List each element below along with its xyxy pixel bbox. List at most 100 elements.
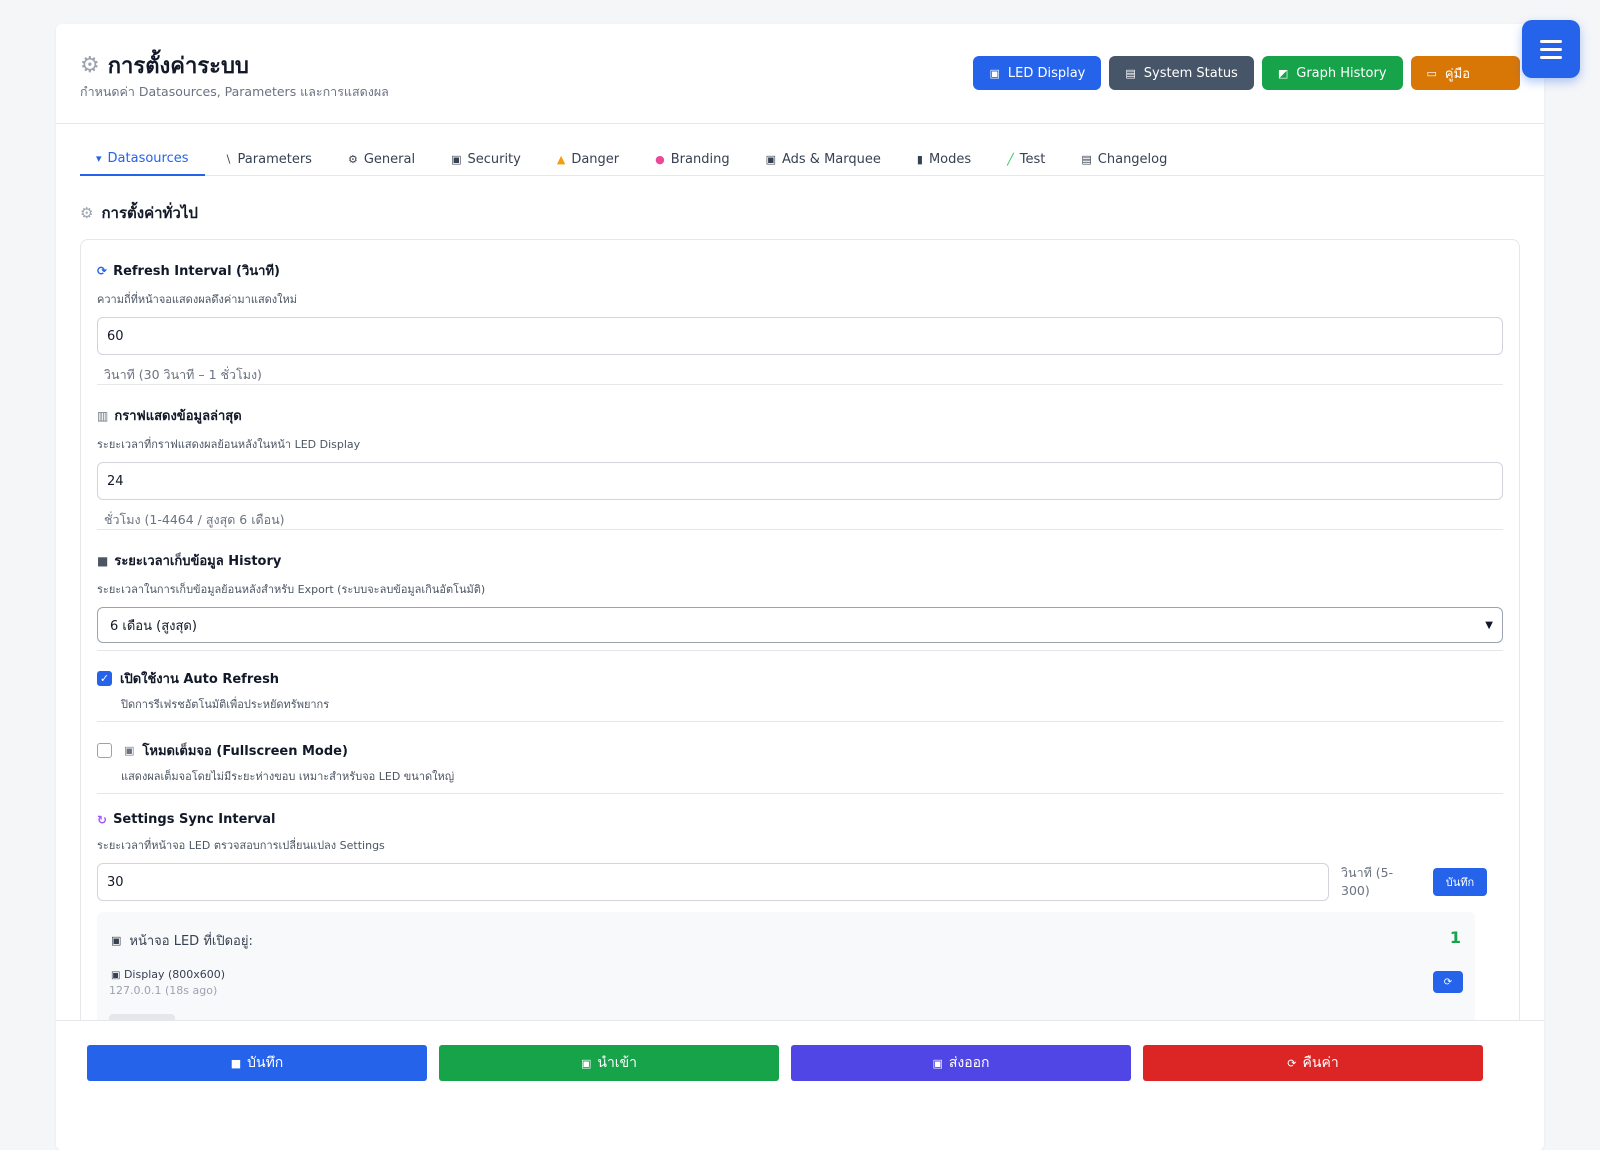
tab-label: Test	[1019, 151, 1046, 167]
graph-hint: ชั่วโมง (1-4464 / สูงสุด 6 เดือน)	[104, 512, 285, 527]
tab-ads-marquee[interactable]: ▣ Ads & Marquee	[750, 142, 897, 176]
refresh-interval-input[interactable]: 60	[97, 317, 1503, 355]
tab-changelog[interactable]: ▤ Changelog	[1065, 142, 1183, 176]
tab-danger[interactable]: ▲ Danger	[541, 142, 635, 176]
tab-security[interactable]: ▣ Security	[435, 142, 537, 176]
footer-buttons: ■ บันทึก ▣ นำเข้า ▣ ส่งออก ⟳ คืนค่า	[87, 1045, 1483, 1081]
sync-save-button[interactable]: บันทึก	[1433, 868, 1487, 896]
refresh-icon: ⟳	[1443, 976, 1453, 988]
floppy-icon: ■	[230, 1056, 242, 1070]
chart-icon: ◩	[1277, 66, 1289, 80]
manual-button[interactable]: ▭ คู่มือ	[1410, 56, 1520, 90]
system-status-button[interactable]: ▤ System Status	[1109, 56, 1254, 90]
label-text: Settings Sync Interval	[113, 812, 276, 827]
refresh-icon: ⟳	[97, 263, 108, 278]
label-text: ระยะเวลาเก็บข้อมูล History	[114, 554, 282, 569]
clipboard-icon: ▤	[1081, 152, 1092, 166]
gear-icon: ⚙	[80, 204, 94, 222]
tab-label: Security	[467, 151, 521, 167]
tab-branding[interactable]: ● Branding	[639, 142, 745, 176]
fullscreen-desc: แสดงผลเต็มจอโดยไม่มีระยะห่างขอบ เหมาะสำห…	[121, 770, 455, 783]
auto-refresh-desc: ปิดการรีเฟรชอัตโนมัติเพื่อประหยัดทรัพยาก…	[121, 698, 330, 711]
save-button[interactable]: ■ บันทึก	[87, 1045, 427, 1081]
header-buttons: ▣ LED Display ▤ System Status ◩ Graph Histo…	[973, 56, 1520, 90]
led-open-count: 1	[1449, 928, 1461, 947]
led-open-header: ▣ หน้าจอ LED ที่เปิดอยู่:	[111, 930, 253, 951]
title-row: ⚙ การตั้งค่าระบบ	[80, 48, 249, 83]
button-label: Graph History	[1296, 65, 1387, 81]
fullscreen-label: โหมดเต็มจอ (Fullscreen Mode)	[142, 744, 348, 759]
settings-panel: ⟳ Refresh Interval (วินาที) ความถี่ที่หน้…	[80, 239, 1520, 1039]
tab-datasources[interactable]: ▾ Datasources	[80, 142, 205, 176]
tab-label: Parameters	[237, 151, 312, 167]
tab-label: Danger	[571, 151, 620, 167]
auto-refresh-label: เปิดใช้งาน Auto Refresh	[120, 672, 280, 687]
sync-interval-field: ↻ Settings Sync Interval ระยะเวลาที่หน้าจ…	[97, 812, 1503, 901]
menu-bar	[1540, 39, 1562, 43]
auto-refresh-row: ✓ เปิดใช้งาน Auto Refresh	[97, 668, 1503, 689]
sync-row: 30 วินาที (5-300) บันทึก	[97, 863, 1503, 901]
label-text: Refresh Interval (วินาที)	[113, 264, 280, 279]
tab-modes[interactable]: ▮ Modes	[901, 142, 987, 176]
gear-icon: ⚙	[80, 53, 100, 78]
divider	[97, 793, 1503, 794]
page-title: การตั้งค่าระบบ	[107, 54, 249, 79]
label-text: กราฟแสดงข้อมูลล่าสุด	[114, 409, 242, 424]
fullscreen-checkbox[interactable]	[97, 743, 112, 758]
tab-general[interactable]: ⚙ General	[332, 142, 431, 176]
section-title: ⚙ การตั้งค่าทั่วไป	[80, 201, 198, 225]
button-label: คืนค่า	[1302, 1055, 1339, 1071]
led-display-ip: 127.0.0.1 (18s ago)	[109, 984, 218, 997]
divider	[97, 529, 1503, 530]
reset-icon: ⟳	[1287, 1056, 1297, 1070]
chevron-down-icon: ▼	[1485, 619, 1493, 631]
monitor-icon: ▣	[124, 744, 135, 757]
sync-icon: ↻	[97, 812, 108, 827]
reset-button[interactable]: ⟳ คืนค่า	[1143, 1045, 1483, 1081]
sync-interval-label: ↻ Settings Sync Interval	[97, 812, 1503, 827]
hamburger-menu-button[interactable]	[1522, 20, 1580, 78]
button-label: บันทึก	[247, 1055, 284, 1071]
monitor-icon: ▣	[989, 66, 1000, 80]
button-label: คู่มือ	[1444, 66, 1470, 82]
led-refresh-button[interactable]: ⟳	[1433, 971, 1463, 993]
led-display-button[interactable]: ▣ LED Display	[973, 56, 1102, 90]
menu-bar	[1540, 47, 1562, 51]
refresh-interval-field: ⟳ Refresh Interval (วินาที) ความถี่ที่หน้…	[97, 260, 1503, 385]
auto-refresh-checkbox[interactable]: ✓	[97, 671, 112, 686]
divider	[97, 721, 1503, 722]
divider	[97, 650, 1503, 651]
floppy-icon: ■	[97, 553, 109, 568]
tab-bar: ▾ Datasources ∖ Parameters ⚙ General ▣ Secur…	[80, 142, 1544, 176]
inbox-icon: ▣	[580, 1056, 592, 1070]
header: ⚙ การตั้งค่าระบบ กำหนดค่า Datasources, P…	[56, 24, 1544, 124]
history-select[interactable]: 6 เดือน (สูงสุด) ▼	[97, 607, 1503, 643]
graph-field: ▥ กราฟแสดงข้อมูลล่าสุด ระยะเวลาที่กราฟแสด…	[97, 405, 1503, 530]
import-button[interactable]: ▣ นำเข้า	[439, 1045, 779, 1081]
history-desc: ระยะเวลาในการเก็บข้อมูลย้อนหลังสำหรับ Ex…	[97, 583, 486, 596]
export-button[interactable]: ▣ ส่งออก	[791, 1045, 1131, 1081]
fullscreen-field: ▣ โหมดเต็มจอ (Fullscreen Mode) แสดงผลเต็…	[97, 740, 1503, 785]
traffic-light-icon: ▮	[916, 152, 923, 166]
plug-icon: ▾	[96, 151, 102, 165]
refresh-interval-desc: ความถี่ที่หน้าจอแสดงผลดึงค่ามาแสดงใหม่	[97, 293, 298, 306]
warning-icon: ▲	[556, 152, 566, 166]
led-display-name: Display (800x600)	[123, 968, 226, 981]
button-label: ส่งออก	[948, 1055, 990, 1071]
sync-interval-desc: ระยะเวลาที่หน้าจอ LED ตรวจสอบการเปลี่ยนแ…	[97, 839, 385, 852]
test-tube-icon: ╱	[1007, 152, 1014, 166]
graph-history-button[interactable]: ◩ Graph History	[1261, 56, 1403, 90]
gear-icon: ⚙	[347, 152, 358, 166]
sync-unit: วินาที (5-300)	[1341, 865, 1394, 898]
graph-hours-input[interactable]: 24	[97, 462, 1503, 500]
settings-card: ⚙ การตั้งค่าระบบ กำหนดค่า Datasources, P…	[56, 24, 1544, 1150]
led-open-title: หน้าจอ LED ที่เปิดอยู่:	[129, 934, 253, 949]
monitor-icon: ▣	[111, 934, 122, 947]
tab-parameters[interactable]: ∖ Parameters	[209, 142, 328, 176]
tab-label: Changelog	[1097, 151, 1168, 167]
tab-test[interactable]: ╱ Test	[991, 142, 1061, 176]
tab-label: General	[363, 151, 416, 167]
sync-interval-input[interactable]: 30	[97, 863, 1329, 901]
bar-chart-icon: ▥	[97, 408, 109, 423]
monitor-icon: ▣	[111, 970, 121, 981]
